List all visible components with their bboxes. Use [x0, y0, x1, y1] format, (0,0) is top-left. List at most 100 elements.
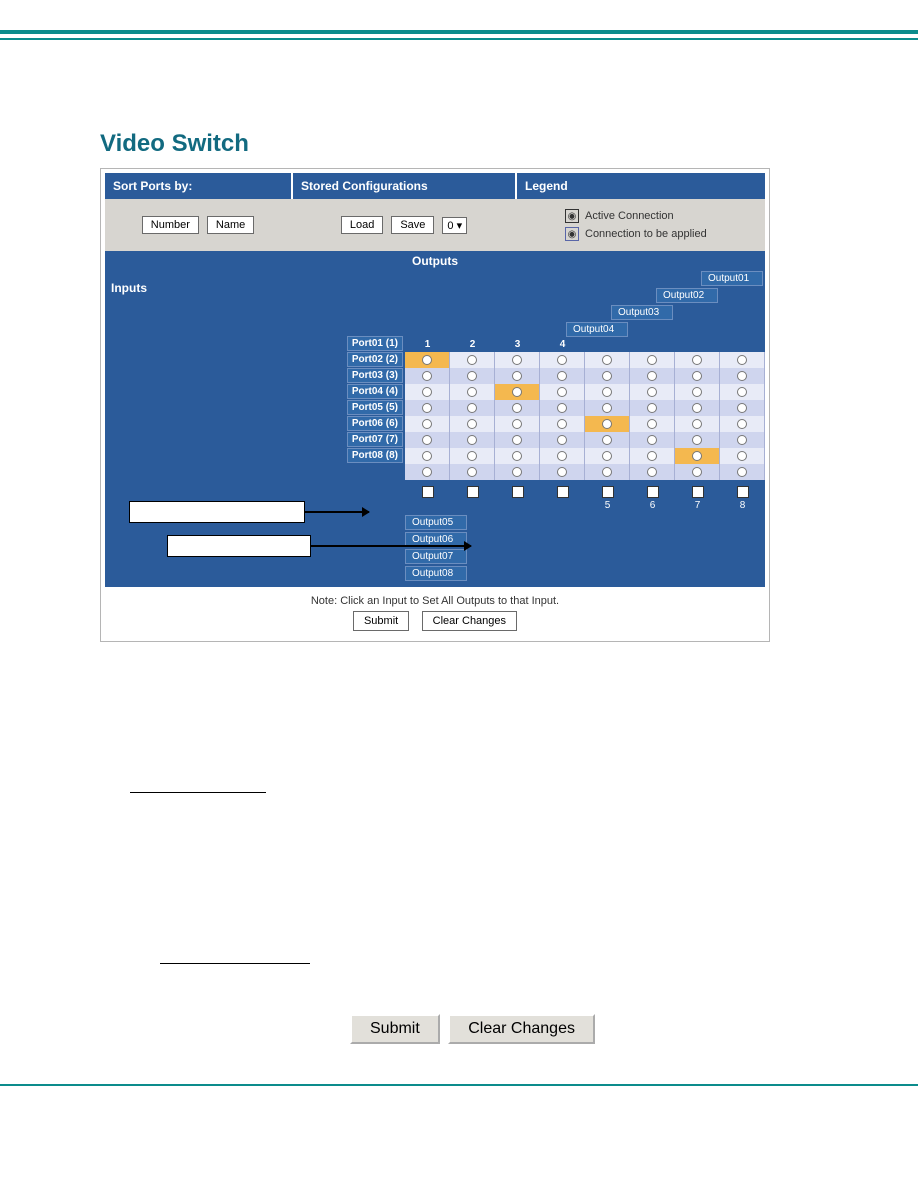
checkbox[interactable] — [602, 486, 614, 498]
grid-cell[interactable] — [495, 400, 540, 416]
clear-button[interactable]: Clear Changes — [422, 611, 517, 631]
load-button[interactable]: Load — [341, 216, 383, 234]
grid-cell[interactable] — [720, 352, 765, 368]
grid-cell[interactable] — [540, 400, 585, 416]
grid-cell[interactable] — [540, 416, 585, 432]
grid-cell[interactable] — [450, 464, 495, 480]
port-label[interactable]: Port03 (3) — [347, 368, 403, 383]
grid-cell[interactable] — [585, 464, 630, 480]
check-column — [540, 486, 585, 511]
grid-cell[interactable] — [720, 400, 765, 416]
grid-row — [405, 352, 765, 368]
grid-cell[interactable] — [450, 416, 495, 432]
grid-cell[interactable] — [585, 416, 630, 432]
grid-cell[interactable] — [540, 464, 585, 480]
grid-cell[interactable] — [585, 400, 630, 416]
grid-cell[interactable] — [540, 352, 585, 368]
radio-icon — [557, 387, 567, 397]
grid-cell[interactable] — [675, 464, 720, 480]
grid-cell[interactable] — [585, 368, 630, 384]
radio-icon — [692, 387, 702, 397]
submit-button[interactable]: Submit — [353, 611, 409, 631]
number-button[interactable]: Number — [142, 216, 199, 234]
grid-cell[interactable] — [675, 352, 720, 368]
grid-cell[interactable] — [630, 432, 675, 448]
checkbox[interactable] — [467, 486, 479, 498]
grid-cell[interactable] — [405, 400, 450, 416]
grid-cell[interactable] — [495, 352, 540, 368]
radio-icon — [737, 435, 747, 445]
grid-cell[interactable] — [720, 416, 765, 432]
checkbox[interactable] — [557, 486, 569, 498]
grid-cell[interactable] — [450, 368, 495, 384]
grid-cell[interactable] — [450, 432, 495, 448]
column-number-bottom: 8 — [720, 500, 765, 511]
checkbox[interactable] — [737, 486, 749, 498]
port-label[interactable]: Port07 (7) — [347, 432, 403, 447]
port-label[interactable]: Port05 (5) — [347, 400, 403, 415]
grid-cell[interactable] — [450, 448, 495, 464]
grid-cell[interactable] — [450, 384, 495, 400]
port-label[interactable]: Port02 (2) — [347, 352, 403, 367]
grid-cell[interactable] — [405, 384, 450, 400]
radio-icon — [647, 435, 657, 445]
save-button[interactable]: Save — [391, 216, 434, 234]
grid-cell[interactable] — [540, 448, 585, 464]
grid-cell[interactable] — [675, 448, 720, 464]
grid-cell[interactable] — [720, 464, 765, 480]
grid-cell[interactable] — [675, 432, 720, 448]
grid-cell[interactable] — [585, 384, 630, 400]
port-label[interactable]: Port06 (6) — [347, 416, 403, 431]
grid-cell[interactable] — [405, 368, 450, 384]
name-button[interactable]: Name — [207, 216, 254, 234]
grid-cell[interactable] — [630, 384, 675, 400]
checkbox[interactable] — [422, 486, 434, 498]
grid-cell[interactable] — [540, 432, 585, 448]
grid-cell[interactable] — [585, 448, 630, 464]
grid-cell[interactable] — [630, 352, 675, 368]
grid-cell[interactable] — [540, 384, 585, 400]
grid-cell[interactable] — [675, 416, 720, 432]
grid-cell[interactable] — [675, 368, 720, 384]
grid-cell[interactable] — [585, 352, 630, 368]
grid-cell[interactable] — [495, 448, 540, 464]
radio-icon — [512, 451, 522, 461]
grid-cell[interactable] — [495, 432, 540, 448]
grid-cell[interactable] — [450, 352, 495, 368]
grid-cell[interactable] — [405, 416, 450, 432]
grid-cell[interactable] — [405, 448, 450, 464]
grid-cell[interactable] — [630, 464, 675, 480]
grid-cell[interactable] — [720, 448, 765, 464]
grid-cell[interactable] — [720, 432, 765, 448]
grid-cell[interactable] — [405, 352, 450, 368]
grid-cell[interactable] — [495, 368, 540, 384]
audio-checks: 5678 — [405, 480, 765, 513]
config-select[interactable]: 0 ▾ — [442, 217, 467, 234]
grid-cell[interactable] — [495, 464, 540, 480]
checkbox[interactable] — [692, 486, 704, 498]
grid-cell[interactable] — [630, 416, 675, 432]
grid-cell[interactable] — [630, 448, 675, 464]
grid-cell[interactable] — [630, 368, 675, 384]
grid-cell[interactable] — [495, 416, 540, 432]
checkbox[interactable] — [512, 486, 524, 498]
radio-icon — [602, 403, 612, 413]
checkbox[interactable] — [647, 486, 659, 498]
grid-cell[interactable] — [405, 432, 450, 448]
grid-cell[interactable] — [540, 368, 585, 384]
grid-cell[interactable] — [720, 384, 765, 400]
big-clear-button[interactable]: Clear Changes — [448, 1014, 595, 1044]
grid-cell[interactable] — [585, 432, 630, 448]
grid-cell[interactable] — [405, 464, 450, 480]
grid-cell[interactable] — [495, 384, 540, 400]
big-submit-button[interactable]: Submit — [350, 1014, 440, 1044]
grid-cell[interactable] — [675, 400, 720, 416]
grid-cell[interactable] — [675, 384, 720, 400]
underline-2 — [160, 963, 310, 964]
grid-cell[interactable] — [630, 400, 675, 416]
grid-cell[interactable] — [720, 368, 765, 384]
grid-cell[interactable] — [450, 400, 495, 416]
port-label[interactable]: Port04 (4) — [347, 384, 403, 399]
port-label[interactable]: Port01 (1) — [347, 336, 403, 351]
port-label[interactable]: Port08 (8) — [347, 448, 403, 463]
